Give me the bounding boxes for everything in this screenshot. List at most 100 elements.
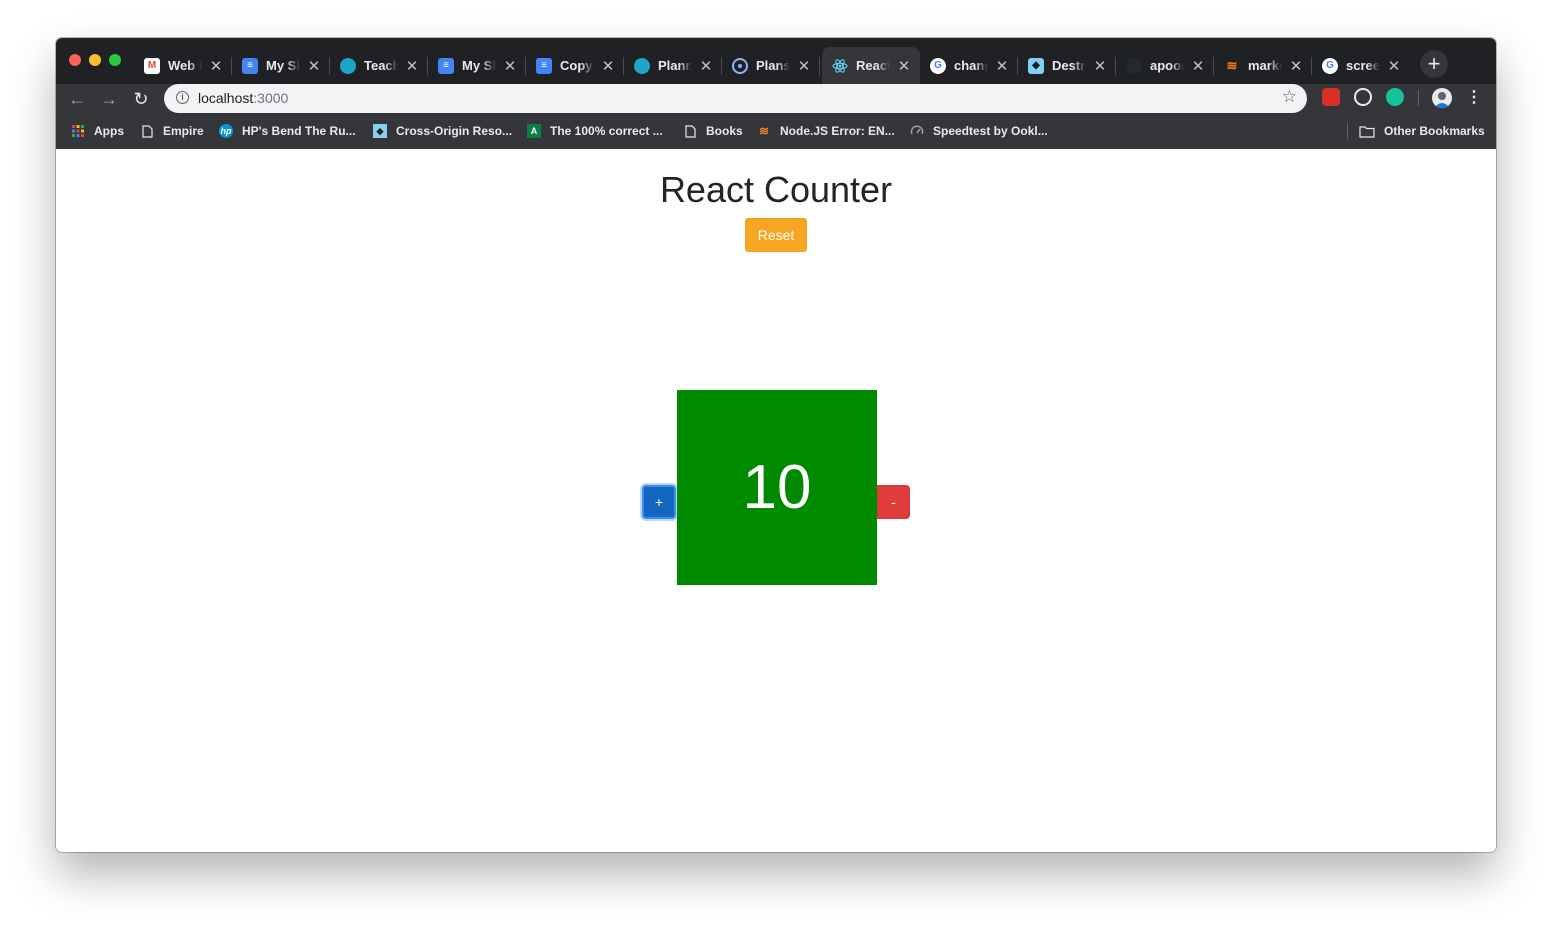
bookmark-label: The 100% correct ...: [550, 124, 663, 138]
bookmark-label: Apps: [94, 124, 124, 138]
address-bar[interactable]: i localhost:3000 ☆: [164, 84, 1307, 113]
close-icon[interactable]: ✕: [502, 57, 518, 75]
close-icon[interactable]: ✕: [796, 57, 812, 75]
page-icon: [683, 124, 697, 138]
bookmark-apps[interactable]: Apps: [71, 122, 124, 140]
close-icon[interactable]: ✕: [994, 57, 1010, 75]
tab-teach[interactable]: Teach ✕: [330, 47, 428, 84]
tab-title: My Sk: [266, 58, 300, 73]
close-icon[interactable]: ✕: [1386, 57, 1402, 75]
google-docs-icon: ≡: [242, 57, 258, 74]
bookmark-other[interactable]: Other Bookmarks: [1359, 122, 1485, 140]
tab-copy[interactable]: ≡ Copy ✕: [526, 47, 624, 84]
tab-destructuring[interactable]: ◆ Destr ✕: [1018, 47, 1116, 84]
target-icon: [732, 57, 748, 74]
close-icon[interactable]: ✕: [600, 57, 616, 75]
counter-value: 10: [742, 453, 812, 522]
bookmark-label: Empire: [163, 124, 204, 138]
bookmark-hp[interactable]: hp HP's Bend The Ru...: [219, 122, 356, 140]
target-extension-icon[interactable]: [1354, 88, 1372, 106]
bookmark-android[interactable]: A The 100% correct ...: [527, 122, 663, 140]
google-icon: G: [930, 57, 946, 74]
bookmark-label: Cross-Origin Reso...: [396, 124, 513, 138]
bookmark-empire[interactable]: Empire: [140, 122, 204, 140]
tab-planning[interactable]: Planni ✕: [624, 47, 722, 84]
bookmark-speedtest[interactable]: Speedtest by Ookl...: [910, 122, 1048, 140]
info-icon[interactable]: i: [176, 91, 189, 104]
grammarly-icon[interactable]: [1386, 88, 1404, 106]
reload-icon[interactable]: ↻: [129, 87, 153, 111]
tab-title: Plans: [756, 58, 790, 73]
speedtest-icon: [910, 124, 924, 138]
globe-icon: [634, 57, 650, 74]
google-docs-icon: ≡: [438, 57, 454, 74]
tab-my-sk-2[interactable]: ≡ My Sk ✕: [428, 47, 526, 84]
tab-title: marke: [1248, 58, 1282, 73]
tab-plans[interactable]: Plans ✕: [722, 47, 820, 84]
bookmark-label: Other Bookmarks: [1384, 124, 1485, 138]
github-icon: [1126, 57, 1142, 74]
more-menu-icon[interactable]: ⋮: [1466, 87, 1482, 107]
decrement-button[interactable]: -: [877, 485, 910, 519]
close-window-button[interactable]: [69, 54, 81, 66]
close-icon[interactable]: ✕: [404, 57, 420, 75]
profile-avatar[interactable]: [1432, 88, 1452, 108]
tab-react[interactable]: React ✕: [822, 47, 920, 84]
url-text: localhost:3000: [198, 90, 288, 106]
google-docs-icon: ≡: [536, 57, 552, 74]
hp-icon: hp: [219, 124, 233, 138]
browser-toolbar: ← → ↻ i localhost:3000 ☆ ⋮: [56, 84, 1496, 114]
url-host: localhost: [198, 90, 254, 106]
close-icon[interactable]: ✕: [1092, 57, 1108, 75]
gmail-icon: M: [144, 57, 160, 74]
tab-title: My Sk: [462, 58, 496, 73]
android-icon: A: [527, 124, 541, 138]
minimize-window-button[interactable]: [89, 54, 101, 66]
close-icon[interactable]: ✕: [896, 57, 912, 75]
close-icon[interactable]: ✕: [698, 57, 714, 75]
tab-my-sk-1[interactable]: ≡ My Sk ✕: [232, 47, 330, 84]
new-tab-button[interactable]: +: [1420, 50, 1448, 78]
forward-icon[interactable]: →: [97, 87, 121, 111]
back-icon[interactable]: ←: [65, 87, 89, 111]
tab-apoorv[interactable]: apoor ✕: [1116, 47, 1214, 84]
tab-markdown[interactable]: ≋ marke ✕: [1214, 47, 1312, 84]
tab-title: Planni: [658, 58, 692, 73]
counter-display: 10: [677, 390, 877, 585]
zoom-window-button[interactable]: [109, 54, 121, 66]
bookmark-star-icon[interactable]: ☆: [1282, 87, 1297, 107]
increment-button[interactable]: +: [642, 485, 676, 519]
bookmark-label: Books: [706, 124, 743, 138]
tab-title: screei: [1346, 58, 1380, 73]
bookmarks-divider: [1347, 123, 1348, 139]
page-title: React Counter: [659, 169, 893, 210]
bookmark-nodejs-error[interactable]: ≋ Node.JS Error: EN...: [757, 122, 895, 140]
mdn-icon: ◆: [1028, 57, 1044, 74]
globe-icon: [340, 57, 356, 74]
stackoverflow-icon: ≋: [758, 124, 770, 138]
reset-button[interactable]: Reset: [745, 218, 807, 252]
bookmark-label: Speedtest by Ookl...: [933, 124, 1048, 138]
tab-web-dev[interactable]: M Web D ✕: [134, 47, 232, 84]
close-icon[interactable]: ✕: [208, 57, 224, 75]
bookmark-cors[interactable]: ◆ Cross-Origin Reso...: [373, 122, 512, 140]
tab-title: Copy: [560, 58, 593, 73]
tab-change[interactable]: G chang ✕: [920, 47, 1018, 84]
react-icon: [832, 58, 848, 74]
bookmark-label: Node.JS Error: EN...: [780, 124, 895, 138]
close-icon[interactable]: ✕: [306, 57, 322, 75]
bookmark-books[interactable]: Books: [683, 122, 743, 140]
folder-icon: [1359, 124, 1375, 138]
close-icon[interactable]: ✕: [1190, 57, 1206, 75]
extension-red-icon[interactable]: [1322, 88, 1340, 106]
page-content: React Counter Reset + 10 -: [56, 149, 1496, 852]
bookmark-label: HP's Bend The Ru...: [242, 124, 356, 138]
tab-title: Teach: [364, 58, 398, 73]
tab-screenshot[interactable]: G screei ✕: [1312, 47, 1410, 84]
tab-title: Web D: [168, 58, 202, 73]
browser-window: M Web D ✕ ≡ My Sk ✕ Teach ✕ ≡ My Sk ✕ ≡ …: [56, 38, 1496, 852]
toolbar-divider: [1418, 90, 1419, 106]
tab-strip: M Web D ✕ ≡ My Sk ✕ Teach ✕ ≡ My Sk ✕ ≡ …: [56, 38, 1496, 84]
stackoverflow-icon: ≋: [1226, 57, 1238, 73]
close-icon[interactable]: ✕: [1288, 57, 1304, 75]
